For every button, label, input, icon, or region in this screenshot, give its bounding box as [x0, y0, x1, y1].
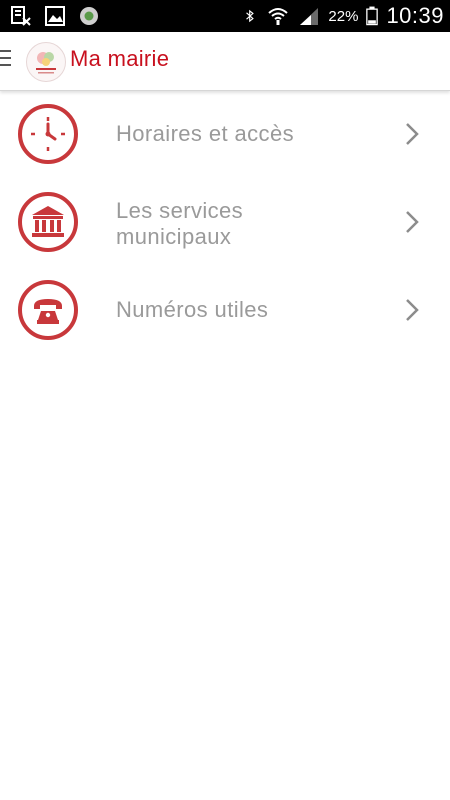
list-item-label-line1: Les services [116, 198, 244, 223]
logo-emblem [36, 52, 56, 74]
menu-list: Horaires et accès Les services municipau… [0, 90, 450, 354]
list-item-label: Numéros utiles [116, 297, 269, 322]
list-item-horaires[interactable]: Horaires et accès [0, 90, 450, 178]
chevron-right-icon [406, 299, 419, 321]
battery-icon [366, 6, 379, 26]
wifi-icon [268, 8, 289, 25]
status-bar: 22% 10:39 [0, 0, 450, 32]
list-item-services[interactable]: Les services municipaux [0, 178, 450, 266]
page-title: Ma mairie [70, 46, 170, 71]
battery-percent: 22% [328, 7, 359, 25]
signal-icon [300, 8, 319, 25]
clock-icon [18, 104, 78, 164]
storage-icon [11, 6, 31, 26]
telephone-icon [18, 280, 78, 340]
status-bar-system: 22% 10:39 [244, 0, 444, 32]
list-item-label: Horaires et accès [116, 121, 294, 146]
status-bar-notifications [10, 6, 100, 26]
list-item-numeros[interactable]: Numéros utiles [0, 266, 450, 354]
chevron-right-icon [406, 211, 419, 233]
chevron-right-icon [406, 123, 419, 145]
list-item-label-line2: municipaux [116, 224, 232, 249]
app-bar: Ma mairie [0, 32, 450, 91]
town-hall-icon [18, 192, 78, 252]
mairie-logo[interactable] [26, 42, 66, 82]
hamburger-menu-icon[interactable] [0, 50, 14, 72]
bluetooth-icon [246, 9, 255, 23]
clock-time: 10:39 [386, 3, 444, 28]
image-icon [45, 6, 65, 26]
app-notification-icon [80, 7, 98, 25]
